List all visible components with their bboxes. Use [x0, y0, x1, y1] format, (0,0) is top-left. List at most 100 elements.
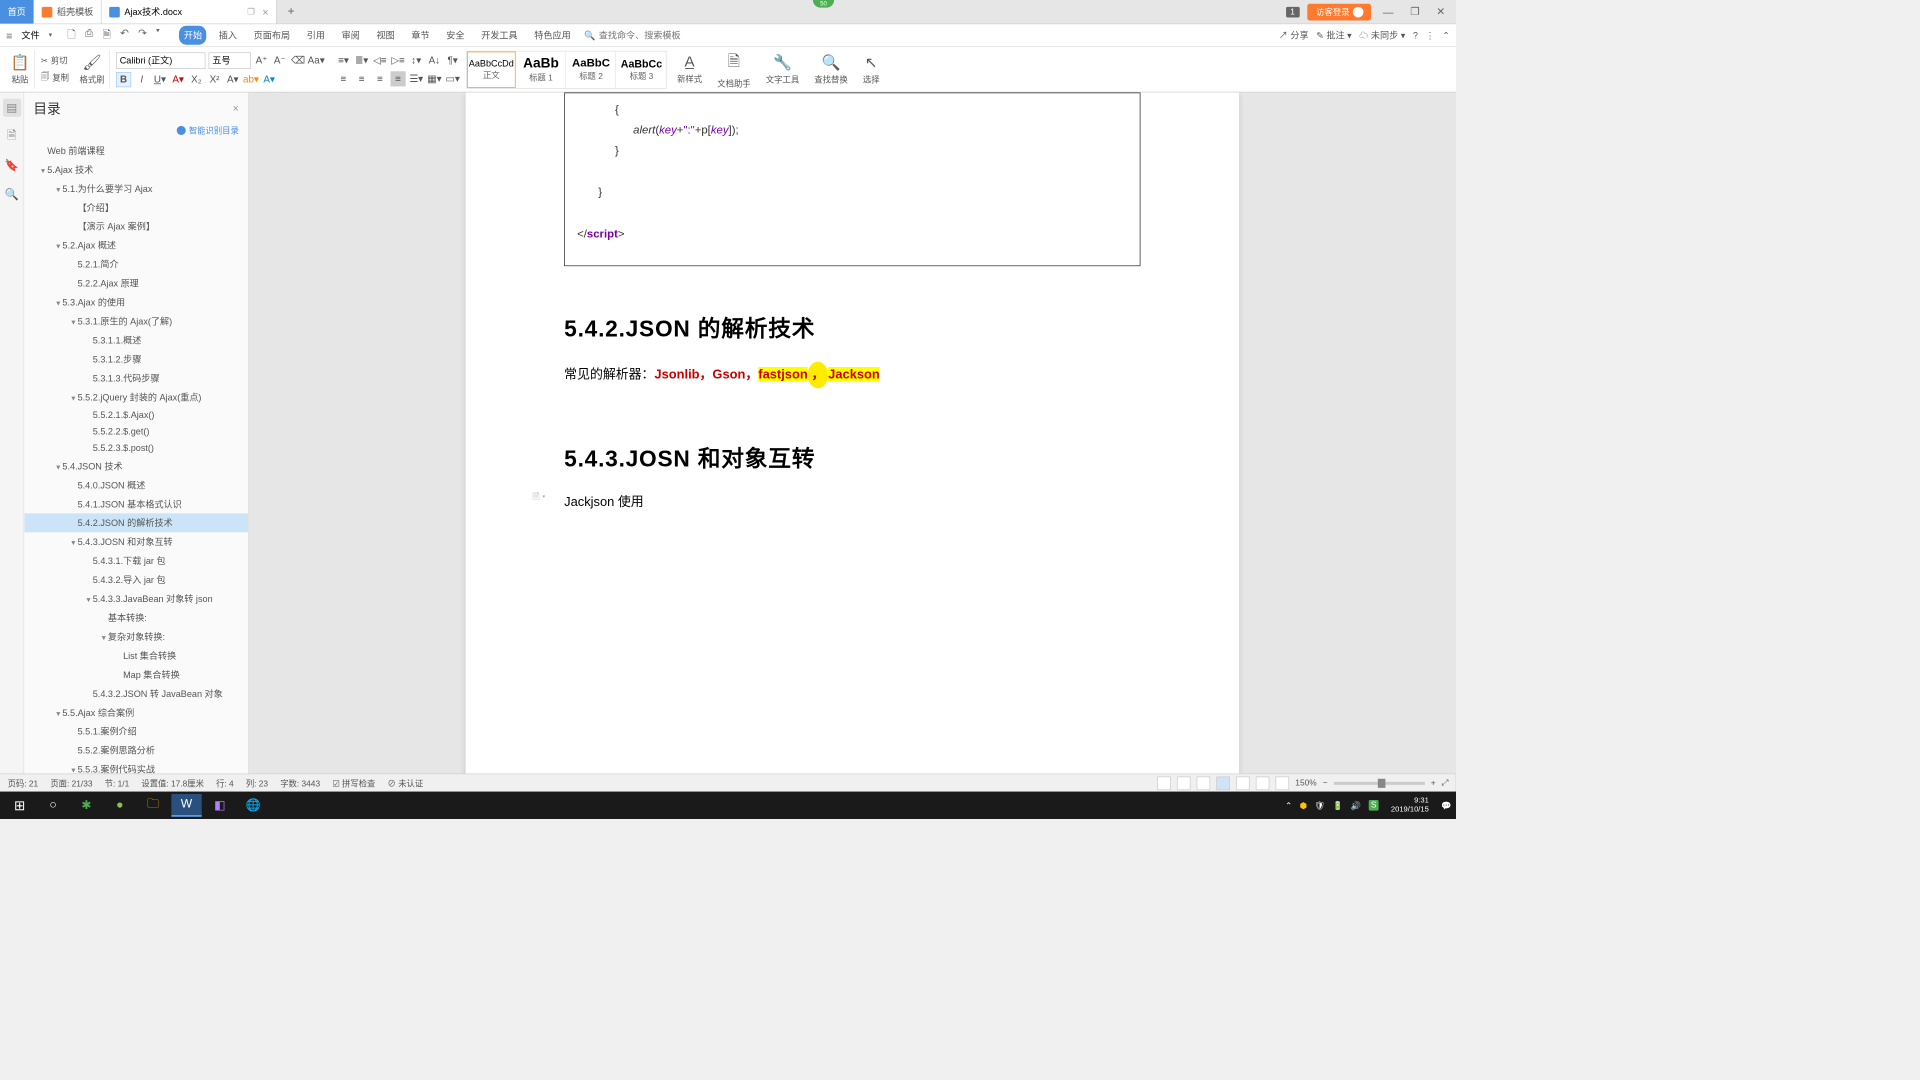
note-icon[interactable]: 🗎 ▾ — [532, 490, 545, 506]
style-gallery[interactable]: AaBbCcDd正文 AaBb标题 1 AaBbC标题 2 AaBbCc标题 3 — [466, 50, 666, 88]
text-tool-icon[interactable]: 🔧 — [773, 53, 792, 72]
outline-item[interactable]: 5.3.1.3.代码步骤 — [24, 369, 248, 388]
outline-item[interactable]: 5.2.2.Ajax 原理 — [24, 274, 248, 293]
shading-button[interactable]: A▾ — [262, 72, 277, 87]
print-icon[interactable]: ⎙ — [85, 26, 93, 44]
sync-button[interactable]: ☁ 未同步 ▾ — [1359, 29, 1405, 42]
fit-button[interactable]: ⤢ — [1442, 778, 1449, 788]
paste-icon[interactable]: 📋 — [11, 53, 30, 72]
markup-view-icon[interactable] — [1276, 776, 1290, 790]
outline-item[interactable]: 5.5.2.2.$.get() — [24, 423, 248, 440]
distribute-button[interactable]: ☰▾ — [409, 71, 424, 86]
redo-icon[interactable]: ↷ — [138, 26, 147, 44]
close-window-button[interactable]: ✕ — [1432, 5, 1450, 18]
justify-button[interactable]: ≡ — [390, 71, 405, 86]
close-tab-icon[interactable]: × — [262, 6, 268, 18]
clock-date[interactable]: 2019/10/15 — [1391, 805, 1429, 814]
document-area[interactable]: { alert(key+":"+p[key]); } } </script> 5… — [249, 93, 1456, 797]
reading-view-icon[interactable] — [1177, 776, 1191, 790]
font-color-button[interactable]: A▾ — [171, 72, 186, 87]
file-menu[interactable]: 文件 — [21, 29, 39, 42]
tray-icon-1[interactable]: ⬢ — [1300, 800, 1307, 810]
select-icon[interactable]: ↖ — [865, 53, 878, 72]
comment-button[interactable]: ✎ 批注 ▾ — [1316, 29, 1351, 42]
ide-icon[interactable]: ◧ — [205, 794, 235, 817]
wps-icon[interactable]: W — [171, 794, 201, 817]
ribbon-tab-start[interactable]: 开始 — [179, 26, 206, 45]
outline-item[interactable]: 【介绍】 — [24, 198, 248, 217]
decrease-font-icon[interactable]: A⁻ — [272, 53, 287, 68]
zoom-level[interactable]: 150% — [1295, 778, 1316, 787]
outline-item[interactable]: 5.4.3.2.JSON 转 JavaBean 对象 — [24, 684, 248, 703]
outline-item[interactable]: 5.3.Ajax 的使用 — [24, 293, 248, 312]
style-heading3[interactable]: AaBbCc标题 3 — [617, 51, 666, 87]
tray-icon-2[interactable]: 🛡 — [1315, 800, 1326, 810]
print-preview-icon[interactable]: 🗎 — [103, 26, 112, 44]
outline-item[interactable]: Web 前端课程 — [24, 141, 248, 160]
outline-item[interactable]: 5.4.3.3.JavaBean 对象转 json — [24, 589, 248, 608]
outline-item[interactable]: 5.4.3.JOSN 和对象互转 — [24, 532, 248, 551]
outline-item[interactable]: 5.Ajax 技术 — [24, 160, 248, 179]
clear-format-icon[interactable]: ⌫ — [290, 53, 305, 68]
fullscreen-view-icon[interactable] — [1157, 776, 1171, 790]
line-spacing-button[interactable]: ↕▾ — [409, 53, 424, 68]
find-replace-icon[interactable]: 🔍 — [822, 53, 841, 72]
save-icon[interactable]: 🗋 — [67, 26, 76, 44]
outline-item[interactable]: 5.5.2.1.$.Ajax() — [24, 406, 248, 423]
change-case-icon[interactable]: Aa▾ — [309, 53, 324, 68]
action-center-icon[interactable]: 💬 — [1441, 800, 1451, 810]
start-button[interactable] — [5, 794, 35, 817]
help-button[interactable]: ? — [1413, 30, 1418, 41]
outline-tree[interactable]: Web 前端课程5.Ajax 技术5.1.为什么要学习 Ajax【介绍】【演示 … — [24, 141, 248, 796]
style-normal[interactable]: AaBbCcDd正文 — [467, 51, 516, 87]
new-style-icon[interactable]: A̲ — [685, 54, 695, 71]
command-search-input[interactable] — [599, 30, 690, 41]
border-button[interactable]: ▦▾ — [427, 71, 442, 86]
fill-color-button[interactable]: ▭▾ — [445, 71, 460, 86]
file-explorer-icon[interactable]: 🗀 — [138, 794, 168, 817]
ribbon-tab-security[interactable]: 安全 — [442, 26, 469, 45]
maximize-button[interactable]: ❐ — [1406, 5, 1425, 18]
page-of[interactable]: 页面: 21/33 — [50, 777, 92, 789]
sort-button[interactable]: A↓ — [427, 53, 442, 68]
spellcheck-status[interactable]: ☑ 拼写检查 — [332, 777, 375, 789]
font-select[interactable] — [116, 52, 205, 69]
style-heading2[interactable]: AaBbC标题 2 — [567, 51, 616, 87]
outline-item[interactable]: List 集合转换 — [24, 646, 248, 665]
outline-item[interactable]: 5.5.Ajax 综合案例 — [24, 703, 248, 722]
ribbon-tab-insert[interactable]: 插入 — [214, 26, 241, 45]
doc-assist-icon[interactable]: 🗎 — [728, 50, 740, 76]
outline-item[interactable]: 5.5.2.3.$.post() — [24, 440, 248, 457]
tab-home[interactable]: 首页 — [0, 0, 34, 24]
align-left-button[interactable]: ≡ — [336, 71, 351, 86]
hamburger-icon[interactable]: ≡ — [6, 29, 12, 41]
tray-volume-icon[interactable]: 🔊 — [1351, 800, 1361, 810]
ribbon-tab-chapter[interactable]: 章节 — [407, 26, 434, 45]
ribbon-tab-developer[interactable]: 开发工具 — [477, 26, 523, 45]
more-button[interactable]: ⋮ — [1426, 30, 1435, 41]
minimize-button[interactable]: — — [1378, 6, 1398, 18]
outline-item[interactable]: 5.4.3.2.导入 jar 包 — [24, 570, 248, 589]
outline-item[interactable]: 5.5.1.案例介绍 — [24, 722, 248, 741]
tab-document[interactable]: Ajax技术.docx ❐ × — [102, 0, 277, 24]
italic-button[interactable]: I — [134, 72, 149, 87]
align-right-button[interactable]: ≡ — [372, 71, 387, 86]
app-icon-2[interactable]: ● — [105, 794, 135, 817]
cut-icon[interactable]: ✂ — [41, 56, 48, 66]
outline-item[interactable]: 基本转换: — [24, 608, 248, 627]
text-effects-button[interactable]: A▾ — [225, 72, 240, 87]
strike-button[interactable]: X₂ — [189, 72, 204, 87]
superscript-button[interactable]: X² — [207, 72, 222, 87]
decrease-indent-button[interactable]: ◁≡ — [372, 53, 387, 68]
share-button[interactable]: ↗ 分享 — [1279, 29, 1309, 42]
style-heading1[interactable]: AaBb标题 1 — [517, 51, 566, 87]
zoom-out-button[interactable]: − — [1323, 778, 1328, 787]
outline-item[interactable]: 【演示 Ajax 案例】 — [24, 217, 248, 236]
collapse-ribbon-icon[interactable]: ⌃ — [1442, 30, 1450, 41]
outline-item[interactable]: 5.5.2.案例思路分析 — [24, 741, 248, 760]
tray-icon-3[interactable]: 🔋 — [1333, 800, 1343, 810]
print-view-icon[interactable] — [1216, 776, 1230, 790]
app-icon-1[interactable]: ✱ — [71, 794, 101, 817]
auth-status[interactable]: ⊘ 未认证 — [388, 777, 424, 789]
chrome-icon[interactable]: 🌐 — [238, 794, 268, 817]
